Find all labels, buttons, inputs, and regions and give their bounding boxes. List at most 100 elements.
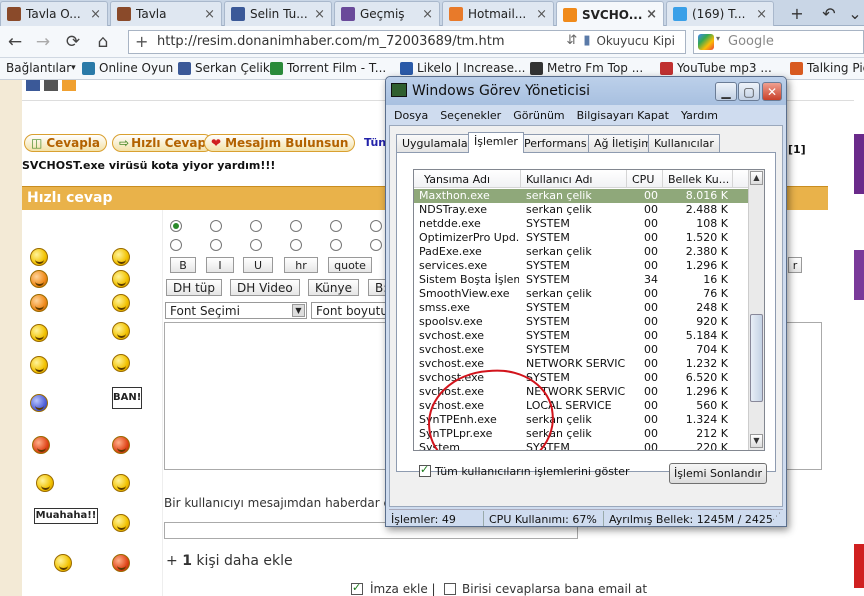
radio-option[interactable]: [330, 220, 342, 232]
bomb-icon[interactable]: [112, 554, 130, 572]
tab-applications[interactable]: Uygulamalar: [396, 134, 479, 152]
browser-tab[interactable]: Tavla ×: [110, 1, 222, 26]
radio-option[interactable]: [250, 220, 262, 232]
radio-option[interactable]: [370, 239, 382, 251]
table-row[interactable]: spoolsv.exe SYSTEM 00 920 K: [414, 315, 750, 329]
table-row[interactable]: smss.exe SYSTEM 00 248 K: [414, 301, 750, 315]
menu-item[interactable]: Dosya: [394, 109, 428, 122]
angry-icon[interactable]: [32, 436, 50, 454]
tab-performance[interactable]: Performans: [518, 134, 593, 152]
radio-option[interactable]: [250, 239, 262, 251]
vertical-scrollbar[interactable]: ▲ ▼: [748, 170, 764, 450]
font-size-select[interactable]: Font boyutu: [311, 302, 387, 319]
scroll-up-arrow-icon[interactable]: ▲: [750, 171, 763, 185]
grin-icon[interactable]: [112, 248, 130, 266]
dh-video-button[interactable]: DH Video: [230, 279, 300, 296]
page-marker[interactable]: [1]: [788, 143, 806, 156]
new-tab-button[interactable]: +: [784, 0, 810, 26]
bookmark-item[interactable]: Torrent Film - T...: [270, 61, 386, 75]
radio-option[interactable]: [170, 220, 182, 232]
table-row[interactable]: svchost.exe SYSTEM 00 5.184 K: [414, 329, 750, 343]
column-user-name[interactable]: Kullanıcı Adı: [526, 173, 593, 186]
end-process-button[interactable]: İşlemi Sonlandır: [669, 463, 767, 484]
radio-option[interactable]: [210, 220, 222, 232]
table-row[interactable]: Maxthon.exe serkan çelik 00 8.016 K: [414, 189, 750, 203]
add-person-link[interactable]: + 1 kişi daha ekle: [166, 553, 293, 569]
signature-checkbox[interactable]: [351, 581, 363, 595]
muahaha-sign-icon[interactable]: Muahaha!!: [34, 508, 98, 524]
bookmark-item[interactable]: YouTube mp3 ...: [660, 61, 772, 75]
viking-icon[interactable]: [54, 554, 72, 572]
facebook-icon[interactable]: [26, 80, 40, 91]
table-row[interactable]: SmoothView.exe serkan çelik 00 76 K: [414, 287, 750, 301]
minimize-button[interactable]: ▁: [715, 82, 737, 101]
browser-tab[interactable]: SVCHO... ×: [556, 1, 664, 27]
close-tab-icon[interactable]: ×: [646, 7, 657, 22]
alien-icon[interactable]: [112, 270, 130, 288]
email-checkbox[interactable]: [444, 583, 456, 595]
devil-icon[interactable]: [30, 270, 48, 288]
wave-icon[interactable]: [30, 324, 48, 342]
search-input[interactable]: ▾ Google: [693, 30, 864, 54]
reply-button[interactable]: ◫ Cevapla: [24, 134, 108, 152]
window-titlebar[interactable]: Windows Görev Yöneticisi ▁ ▢ ✕: [386, 77, 786, 105]
kunye-button[interactable]: Künye: [308, 279, 359, 296]
reload-button[interactable]: ⟳: [60, 30, 86, 54]
scroll-down-arrow-icon[interactable]: ▼: [750, 434, 763, 448]
table-row[interactable]: Sistem Boşta İşlemi SYSTEM 34 16 K: [414, 273, 750, 287]
back-button[interactable]: ←: [2, 30, 28, 54]
radio-option[interactable]: [210, 239, 222, 251]
italic-button[interactable]: I: [206, 257, 234, 273]
column-cpu[interactable]: CPU: [632, 173, 654, 186]
blush-icon[interactable]: [30, 294, 48, 312]
radio-option[interactable]: [330, 239, 342, 251]
close-tab-icon[interactable]: ×: [422, 7, 433, 22]
menu-item[interactable]: Görünüm: [513, 109, 564, 122]
table-row[interactable]: netdde.exe SYSTEM 00 108 K: [414, 217, 750, 231]
close-tab-icon[interactable]: ×: [756, 7, 767, 22]
radio-option[interactable]: [290, 220, 302, 232]
show-all-users-checkbox[interactable]: [419, 463, 431, 477]
tab-processes[interactable]: İşlemler: [468, 132, 524, 153]
thinking-icon[interactable]: [30, 356, 48, 374]
ban-sign-icon[interactable]: BAN!: [112, 387, 142, 409]
sad-icon[interactable]: [30, 394, 48, 412]
shout-icon[interactable]: [112, 354, 130, 372]
font-select[interactable]: Font Seçimi ▼: [165, 302, 307, 319]
home-button[interactable]: ⌂: [90, 30, 116, 54]
mad-icon[interactable]: [112, 436, 130, 454]
address-bar[interactable]: + http://resim.donanimhaber.com/m_720036…: [128, 30, 686, 54]
smile-icon[interactable]: [30, 248, 48, 266]
plus-icon[interactable]: [44, 80, 58, 91]
table-row[interactable]: OptimizerPro Upd... SYSTEM 00 1.520 K: [414, 231, 750, 245]
column-memory[interactable]: Bellek Ku...: [668, 173, 729, 186]
table-row[interactable]: NDSTray.exe serkan çelik 00 2.488 K: [414, 203, 750, 217]
add-bookmark-icon[interactable]: +: [135, 32, 148, 51]
browser-tab[interactable]: Geçmiş ×: [334, 1, 440, 26]
bookmark-item[interactable]: Likelo | Increase...: [400, 61, 526, 75]
bookmark-item[interactable]: Bağlantılar ▾: [6, 61, 76, 75]
browser-tab[interactable]: (169) T... ×: [666, 1, 774, 26]
close-button[interactable]: ✕: [762, 82, 782, 101]
format-button-right[interactable]: r: [788, 257, 802, 273]
bookmark-message-button[interactable]: ❤ Mesajım Bulunsun: [204, 134, 356, 152]
quick-reply-button[interactable]: ⇨ Hızlı Cevap: [112, 134, 214, 152]
radio-option[interactable]: [170, 239, 182, 251]
chevron-down-icon[interactable]: ▾: [716, 34, 720, 43]
reader-icon[interactable]: ▮: [583, 33, 590, 48]
maximize-button[interactable]: ▢: [738, 82, 760, 101]
column-image-name[interactable]: Yansıma Adı: [424, 173, 490, 186]
bookmark-item[interactable]: Metro Fm Top ...: [530, 61, 643, 75]
browser-tab[interactable]: Hotmail... ×: [442, 1, 554, 26]
close-tab-icon[interactable]: ×: [90, 7, 101, 22]
close-tab-icon[interactable]: ×: [204, 7, 215, 22]
rss-icon[interactable]: [62, 80, 76, 91]
police-icon[interactable]: [112, 474, 130, 492]
table-row[interactable]: svchost.exe SYSTEM 00 704 K: [414, 343, 750, 357]
menu-item[interactable]: Seçenekler: [440, 109, 501, 122]
resize-grip-icon[interactable]: ⋰: [772, 512, 781, 522]
shooting-icon[interactable]: [36, 474, 54, 492]
close-tab-icon[interactable]: ×: [536, 7, 547, 22]
radio-option[interactable]: [370, 220, 382, 232]
reader-mode-label[interactable]: Okuyucu Kipi: [596, 34, 675, 48]
